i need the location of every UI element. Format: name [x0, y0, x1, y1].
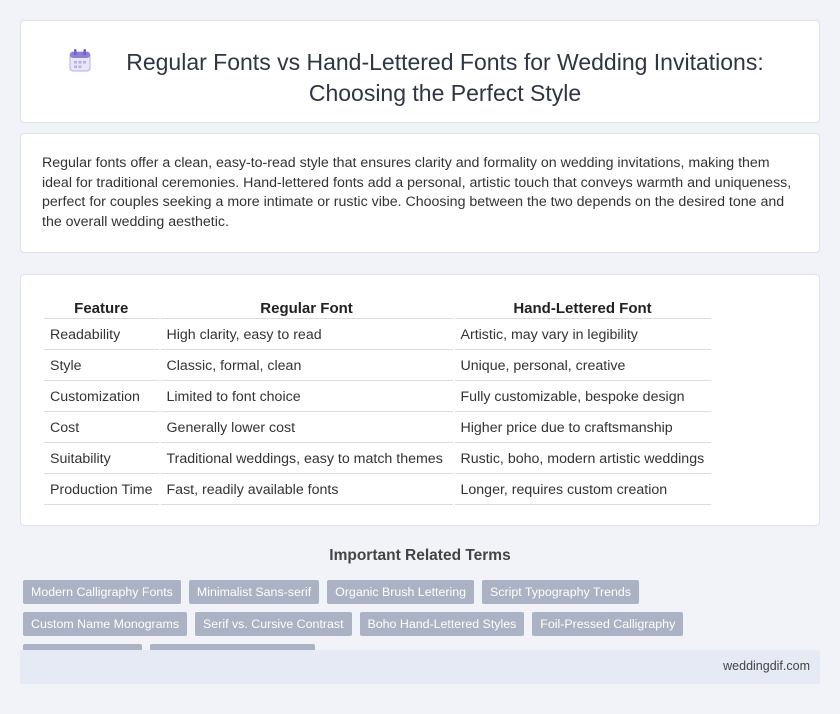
column-header-hand-lettered-font: Hand-Lettered Font	[454, 297, 711, 319]
table-cell: Limited to font choice	[160, 383, 453, 412]
related-term-tag[interactable]: Boho Hand-Lettered Styles	[359, 612, 525, 636]
comparison-card: Feature Regular Font Hand-Lettered Font …	[20, 274, 820, 526]
page-title: Regular Fonts vs Hand-Lettered Fonts for…	[126, 49, 764, 106]
related-term-tag[interactable]: Modern Calligraphy Fonts	[23, 580, 181, 604]
table-cell: Classic, formal, clean	[160, 352, 453, 381]
related-terms-heading: Important Related Terms	[329, 547, 511, 564]
comparison-table: Feature Regular Font Hand-Lettered Font …	[42, 295, 713, 507]
column-header-regular-font: Regular Font	[160, 297, 453, 319]
table-header-row: Feature Regular Font Hand-Lettered Font	[44, 297, 711, 319]
table-row: Customization Limited to font choice Ful…	[44, 383, 711, 412]
table-row: Cost Generally lower cost Higher price d…	[44, 414, 711, 443]
related-term-tag[interactable]: Serif vs. Cursive Contrast	[195, 612, 352, 636]
table-cell: Higher price due to craftsmanship	[454, 414, 711, 443]
table-cell: Longer, requires custom creation	[454, 476, 711, 505]
table-cell: Generally lower cost	[160, 414, 453, 443]
table-cell: Cost	[44, 414, 159, 443]
table-cell: Unique, personal, creative	[454, 352, 711, 381]
table-cell: Style	[44, 352, 159, 381]
related-term-tag[interactable]: Foil-Pressed Calligraphy	[532, 612, 684, 636]
footer: weddingdif.com	[20, 650, 820, 684]
table-cell: Traditional weddings, easy to match them…	[160, 445, 453, 474]
related-term-tag[interactable]: Organic Brush Lettering	[327, 580, 475, 604]
intro-paragraph: Regular fonts offer a clean, easy-to-rea…	[42, 155, 792, 230]
table-cell: Fast, readily available fonts	[160, 476, 453, 505]
table-cell: Production Time	[44, 476, 159, 505]
title-card: Regular Fonts vs Hand-Lettered Fonts for…	[20, 20, 820, 123]
table-row: Suitability Traditional weddings, easy t…	[44, 445, 711, 474]
table-cell: Suitability	[44, 445, 159, 474]
table-cell: Artistic, may vary in legibility	[454, 321, 711, 350]
footer-site-link[interactable]: weddingdif.com	[723, 659, 810, 673]
column-header-feature: Feature	[44, 297, 159, 319]
table-row: Production Time Fast, readily available …	[44, 476, 711, 505]
table-cell: Customization	[44, 383, 159, 412]
related-term-tag[interactable]: Custom Name Monograms	[23, 612, 188, 636]
table-row: Style Classic, formal, clean Unique, per…	[44, 352, 711, 381]
table-cell: Fully customizable, bespoke design	[454, 383, 711, 412]
table-cell: Readability	[44, 321, 159, 350]
related-term-tag[interactable]: Minimalist Sans-serif	[188, 580, 320, 604]
table-cell: High clarity, easy to read	[160, 321, 453, 350]
table-cell: Rustic, boho, modern artistic weddings	[454, 445, 711, 474]
related-term-tag[interactable]: Script Typography Trends	[482, 580, 639, 604]
title-wrap: Regular Fonts vs Hand-Lettered Fonts for…	[81, 47, 779, 109]
intro-card: Regular fonts offer a clean, easy-to-rea…	[20, 133, 820, 253]
table-row: Readability High clarity, easy to read A…	[44, 321, 711, 350]
